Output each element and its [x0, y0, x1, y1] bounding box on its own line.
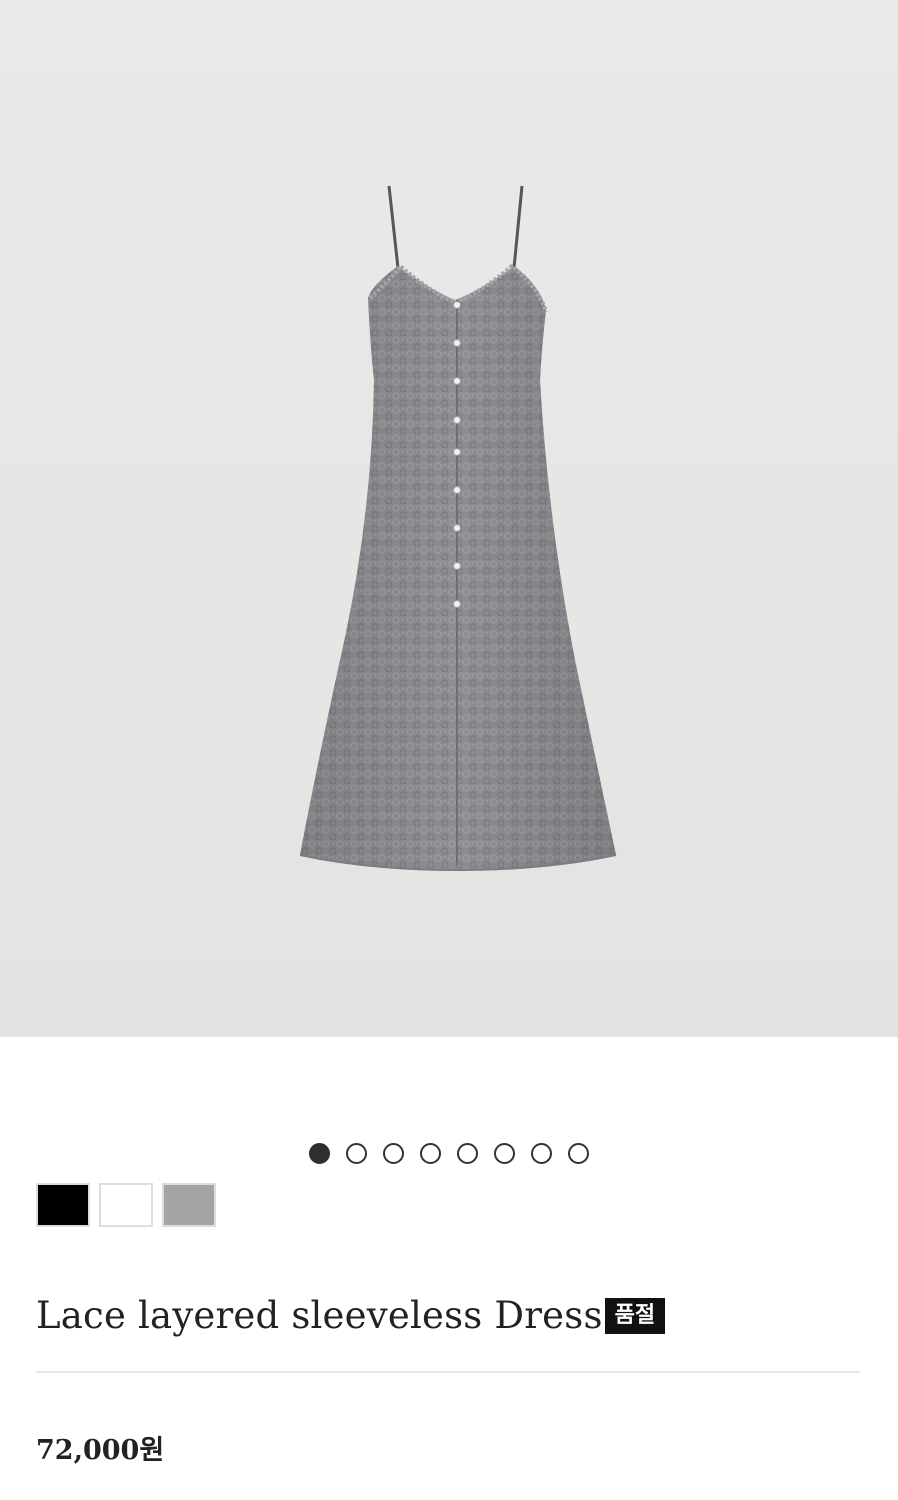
pagination-dot[interactable] — [346, 1143, 367, 1164]
swatch-black[interactable] — [36, 1183, 90, 1227]
right-strap — [512, 185, 524, 269]
product-image[interactable] — [0, 0, 898, 1037]
gallery-pagination — [0, 1143, 898, 1167]
product-price: 72,000원 — [36, 1435, 165, 1466]
sold-out-badge: 품절 — [604, 1297, 666, 1334]
pagination-dot[interactable] — [494, 1143, 515, 1164]
color-swatches — [36, 1183, 216, 1227]
pagination-dot[interactable] — [420, 1143, 441, 1164]
pagination-dot[interactable] — [457, 1143, 478, 1164]
product-title: Lace layered sleeveless Dress — [36, 1294, 603, 1337]
pagination-dot[interactable] — [568, 1143, 589, 1164]
pagination-dot[interactable] — [531, 1143, 552, 1164]
pagination-dot[interactable] — [309, 1143, 330, 1164]
pagination-dot[interactable] — [383, 1143, 404, 1164]
swatch-gray[interactable] — [162, 1183, 216, 1227]
product-title-row: Lace layered sleeveless Dress 품절 — [36, 1294, 666, 1337]
swatch-white[interactable] — [99, 1183, 153, 1227]
left-strap — [387, 185, 400, 269]
divider — [36, 1371, 860, 1373]
dress-photo — [299, 185, 617, 872]
